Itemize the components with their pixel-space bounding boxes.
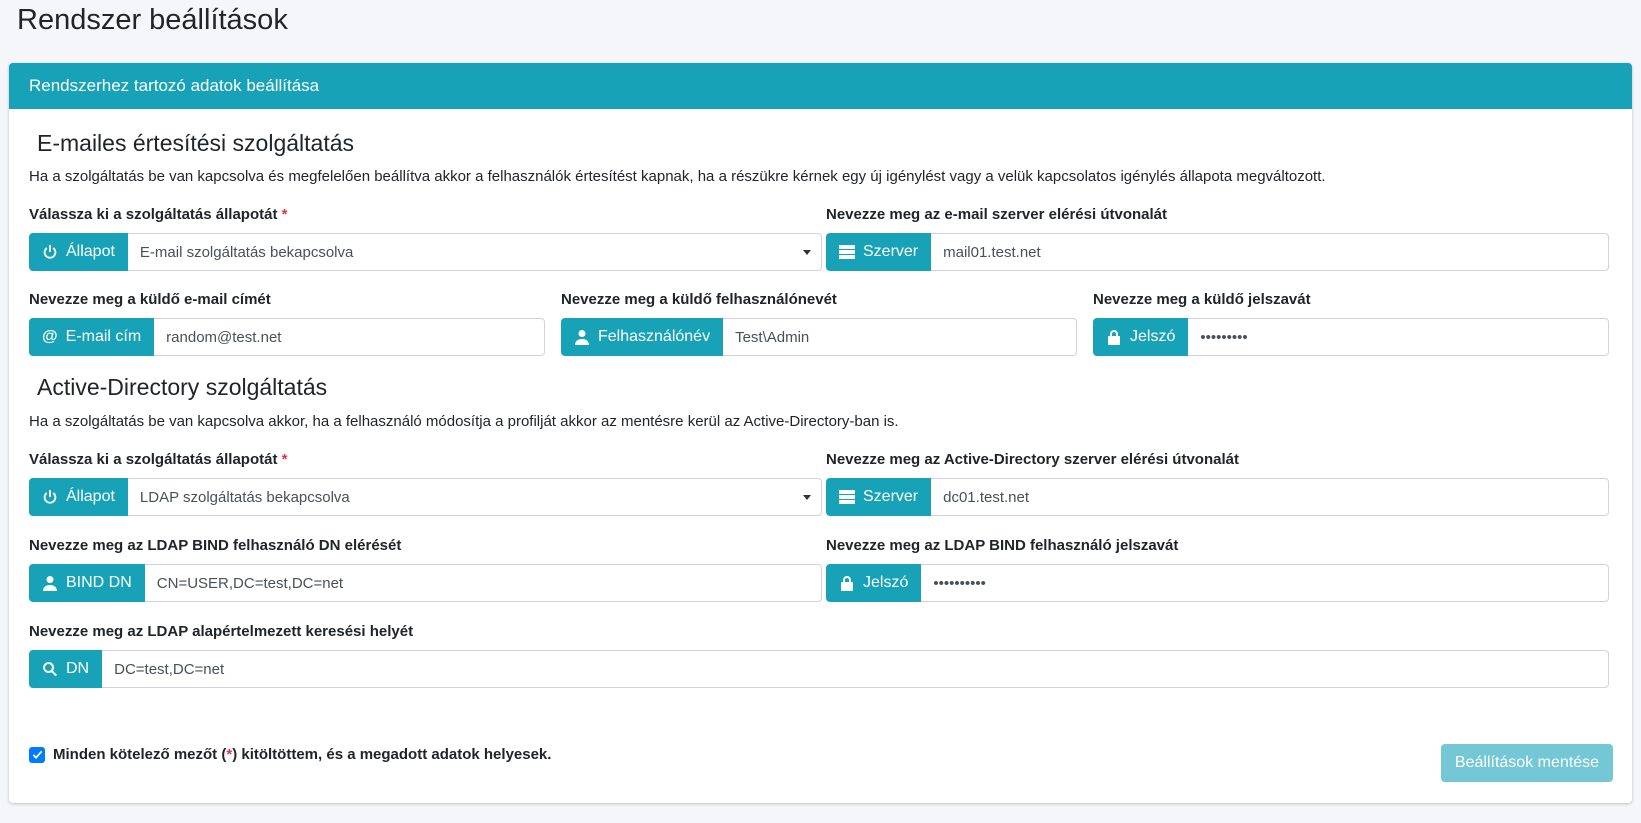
sender-password-addon: Jelszó: [1093, 318, 1189, 356]
settings-card: Rendszerhez tartozó adatok beállítása E-…: [9, 63, 1632, 803]
confirm-label: Minden kötelező mezőt (*) kitöltöttem, é…: [53, 746, 552, 763]
ad-server-input[interactable]: dc01.test.net: [931, 478, 1609, 516]
email-status-addon: Állapot: [29, 233, 128, 271]
user-icon: [575, 330, 589, 345]
sender-user-field: Nevezze meg a küldő felhasználónevét Fel…: [561, 290, 1077, 356]
power-icon: [43, 490, 57, 504]
sender-user-addon: Felhasználónév: [561, 318, 724, 356]
bind-password-field: Nevezze meg az LDAP BIND felhasználó jel…: [826, 536, 1609, 602]
email-server-addon: Szerver: [826, 233, 932, 271]
ad-status-value[interactable]: LDAP szolgáltatás bekapcsolva: [127, 478, 822, 516]
search-base-label: Nevezze meg az LDAP alapértelmezett kere…: [29, 623, 414, 640]
card-header: Rendszerhez tartozó adatok beállítása: [9, 63, 1632, 109]
bind-dn-input[interactable]: CN=USER,DC=test,DC=net: [144, 564, 822, 602]
search-base-field: Nevezze meg az LDAP alapértelmezett kere…: [29, 622, 1609, 688]
sender-password-field: Nevezze meg a küldő jelszavát Jelszó •••…: [1093, 290, 1609, 356]
at-icon: @: [42, 328, 58, 345]
email-status-field: Válassza ki a szolgáltatás állapotát * Á…: [29, 205, 822, 271]
chevron-down-icon: [803, 495, 811, 500]
email-section-description: Ha a szolgáltatás be van kapcsolva és me…: [29, 168, 1326, 185]
sender-email-addon: @ E-mail cím: [29, 318, 155, 356]
email-server-input[interactable]: mail01.test.net: [931, 233, 1609, 271]
search-base-addon: DN: [29, 650, 103, 688]
ad-section-description: Ha a szolgáltatás be van kapcsolva akkor…: [29, 413, 899, 430]
email-status-label: Válassza ki a szolgáltatás állapotát *: [29, 206, 288, 223]
power-icon: [43, 245, 57, 259]
lock-icon: [1108, 330, 1120, 345]
user-icon: [43, 576, 57, 591]
chevron-down-icon: [803, 250, 811, 255]
email-status-select[interactable]: Állapot E-mail szolgáltatás bekapcsolva: [29, 233, 822, 271]
bind-dn-field: Nevezze meg az LDAP BIND felhasználó DN …: [29, 536, 822, 602]
bind-password-addon: Jelszó: [826, 564, 922, 602]
sender-user-input[interactable]: Test\Admin: [723, 318, 1077, 356]
page-title: Rendszer beállítások: [17, 4, 288, 36]
bind-dn-label: Nevezze meg az LDAP BIND felhasználó DN …: [29, 537, 402, 554]
sender-password-input[interactable]: •••••••••: [1188, 318, 1609, 356]
ad-server-field: Nevezze meg az Active-Directory szerver …: [826, 450, 1609, 516]
search-icon: [43, 662, 57, 677]
bind-password-label: Nevezze meg az LDAP BIND felhasználó jel…: [826, 537, 1179, 554]
ad-status-select[interactable]: Állapot LDAP szolgáltatás bekapcsolva: [29, 478, 822, 516]
ad-server-addon: Szerver: [826, 478, 932, 516]
email-server-field: Nevezze meg az e-mail szerver elérési út…: [826, 205, 1609, 271]
ad-status-field: Válassza ki a szolgáltatás állapotát * Á…: [29, 450, 822, 516]
sender-user-label: Nevezze meg a küldő felhasználónevét: [561, 291, 837, 308]
ad-server-label: Nevezze meg az Active-Directory szerver …: [826, 451, 1239, 468]
save-settings-button[interactable]: Beállítások mentése: [1440, 744, 1613, 782]
email-status-value[interactable]: E-mail szolgáltatás bekapcsolva: [127, 233, 822, 271]
lock-icon: [841, 576, 853, 591]
bind-password-input[interactable]: ••••••••••: [921, 564, 1609, 602]
server-icon: [839, 245, 855, 259]
sender-email-label: Nevezze meg a küldő e-mail címét: [29, 291, 271, 308]
ad-section-title: Active-Directory szolgáltatás: [37, 374, 328, 400]
ad-status-addon: Állapot: [29, 478, 128, 516]
server-icon: [839, 490, 855, 504]
check-icon: [32, 750, 42, 760]
confirm-checkbox[interactable]: [29, 746, 45, 763]
sender-password-label: Nevezze meg a küldő jelszavát: [1093, 291, 1311, 308]
email-server-label: Nevezze meg az e-mail szerver elérési út…: [826, 206, 1168, 223]
sender-email-field: Nevezze meg a küldő e-mail címét @ E-mai…: [29, 290, 545, 356]
search-base-input[interactable]: DC=test,DC=net: [102, 650, 1609, 688]
confirm-row[interactable]: Minden kötelező mezőt (*) kitöltöttem, é…: [29, 746, 551, 763]
email-section-title: E-mailes értesítési szolgáltatás: [37, 130, 355, 156]
ad-status-label: Válassza ki a szolgáltatás állapotát *: [29, 451, 288, 468]
bind-dn-addon: BIND DN: [29, 564, 145, 602]
sender-email-input[interactable]: random@test.net: [154, 318, 545, 356]
